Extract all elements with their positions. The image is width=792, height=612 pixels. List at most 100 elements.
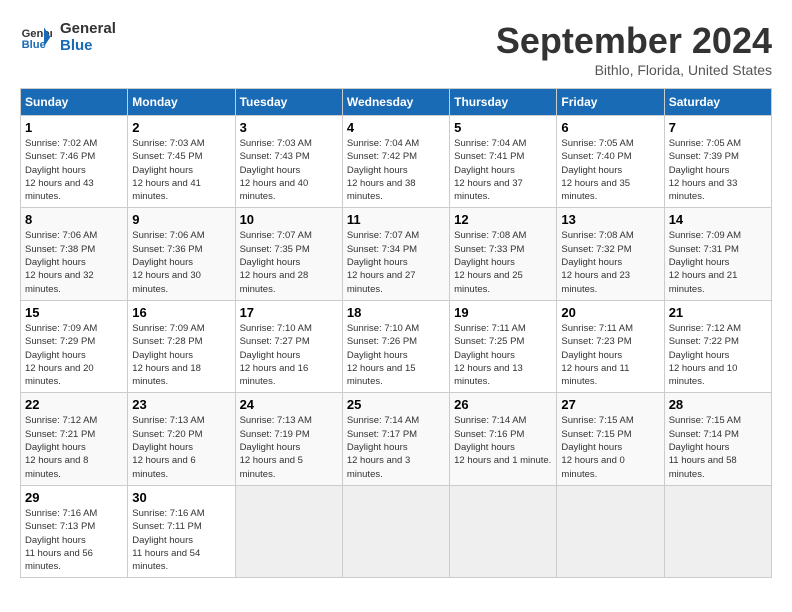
calendar-day-cell: 2 Sunrise: 7:03 AM Sunset: 7:45 PM Dayli… xyxy=(128,116,235,208)
day-number: 1 xyxy=(25,120,123,135)
day-info: Sunrise: 7:04 AM Sunset: 7:42 PM Dayligh… xyxy=(347,137,445,203)
calendar-day-cell: 25 Sunrise: 7:14 AM Sunset: 7:17 PM Dayl… xyxy=(342,393,449,485)
day-number: 17 xyxy=(240,305,338,320)
weekday-header-sunday: Sunday xyxy=(21,89,128,116)
day-number: 30 xyxy=(132,490,230,505)
day-number: 4 xyxy=(347,120,445,135)
calendar-week-row: 8 Sunrise: 7:06 AM Sunset: 7:38 PM Dayli… xyxy=(21,208,772,300)
day-number: 16 xyxy=(132,305,230,320)
calendar-day-cell: 5 Sunrise: 7:04 AM Sunset: 7:41 PM Dayli… xyxy=(450,116,557,208)
day-info: Sunrise: 7:07 AM Sunset: 7:35 PM Dayligh… xyxy=(240,229,338,295)
calendar-day-cell: 10 Sunrise: 7:07 AM Sunset: 7:35 PM Dayl… xyxy=(235,208,342,300)
calendar-day-cell: 24 Sunrise: 7:13 AM Sunset: 7:19 PM Dayl… xyxy=(235,393,342,485)
day-info: Sunrise: 7:13 AM Sunset: 7:19 PM Dayligh… xyxy=(240,414,338,480)
day-number: 21 xyxy=(669,305,767,320)
day-info: Sunrise: 7:14 AM Sunset: 7:16 PM Dayligh… xyxy=(454,414,552,467)
day-info: Sunrise: 7:15 AM Sunset: 7:15 PM Dayligh… xyxy=(561,414,659,480)
logo: General Blue General Blue xyxy=(20,20,116,54)
weekday-header-friday: Friday xyxy=(557,89,664,116)
day-number: 7 xyxy=(669,120,767,135)
header: General Blue General Blue September 2024… xyxy=(20,20,772,78)
day-info: Sunrise: 7:04 AM Sunset: 7:41 PM Dayligh… xyxy=(454,137,552,203)
calendar-day-cell: 30 Sunrise: 7:16 AM Sunset: 7:11 PM Dayl… xyxy=(128,485,235,577)
day-number: 28 xyxy=(669,397,767,412)
logo-icon: General Blue xyxy=(20,21,52,53)
day-number: 25 xyxy=(347,397,445,412)
day-number: 8 xyxy=(25,212,123,227)
title-area: September 2024 Bithlo, Florida, United S… xyxy=(496,20,772,78)
calendar-day-cell: 19 Sunrise: 7:11 AM Sunset: 7:25 PM Dayl… xyxy=(450,300,557,392)
day-info: Sunrise: 7:08 AM Sunset: 7:33 PM Dayligh… xyxy=(454,229,552,295)
day-number: 6 xyxy=(561,120,659,135)
day-info: Sunrise: 7:07 AM Sunset: 7:34 PM Dayligh… xyxy=(347,229,445,295)
day-info: Sunrise: 7:05 AM Sunset: 7:40 PM Dayligh… xyxy=(561,137,659,203)
calendar-day-cell: 12 Sunrise: 7:08 AM Sunset: 7:33 PM Dayl… xyxy=(450,208,557,300)
calendar-day-cell: 7 Sunrise: 7:05 AM Sunset: 7:39 PM Dayli… xyxy=(664,116,771,208)
calendar-day-cell: 15 Sunrise: 7:09 AM Sunset: 7:29 PM Dayl… xyxy=(21,300,128,392)
svg-text:Blue: Blue xyxy=(22,39,46,51)
weekday-header-saturday: Saturday xyxy=(664,89,771,116)
day-number: 20 xyxy=(561,305,659,320)
day-number: 14 xyxy=(669,212,767,227)
day-info: Sunrise: 7:03 AM Sunset: 7:45 PM Dayligh… xyxy=(132,137,230,203)
day-info: Sunrise: 7:09 AM Sunset: 7:31 PM Dayligh… xyxy=(669,229,767,295)
day-number: 22 xyxy=(25,397,123,412)
calendar-day-cell: 9 Sunrise: 7:06 AM Sunset: 7:36 PM Dayli… xyxy=(128,208,235,300)
day-number: 11 xyxy=(347,212,445,227)
calendar-day-cell: 1 Sunrise: 7:02 AM Sunset: 7:46 PM Dayli… xyxy=(21,116,128,208)
calendar-day-cell xyxy=(664,485,771,577)
calendar-day-cell xyxy=(235,485,342,577)
location: Bithlo, Florida, United States xyxy=(496,62,772,78)
calendar-day-cell: 26 Sunrise: 7:14 AM Sunset: 7:16 PM Dayl… xyxy=(450,393,557,485)
day-info: Sunrise: 7:11 AM Sunset: 7:23 PM Dayligh… xyxy=(561,322,659,388)
day-number: 18 xyxy=(347,305,445,320)
day-number: 29 xyxy=(25,490,123,505)
day-info: Sunrise: 7:06 AM Sunset: 7:38 PM Dayligh… xyxy=(25,229,123,295)
calendar-day-cell: 21 Sunrise: 7:12 AM Sunset: 7:22 PM Dayl… xyxy=(664,300,771,392)
calendar-day-cell: 8 Sunrise: 7:06 AM Sunset: 7:38 PM Dayli… xyxy=(21,208,128,300)
calendar-day-cell: 23 Sunrise: 7:13 AM Sunset: 7:20 PM Dayl… xyxy=(128,393,235,485)
day-info: Sunrise: 7:14 AM Sunset: 7:17 PM Dayligh… xyxy=(347,414,445,480)
weekday-header-monday: Monday xyxy=(128,89,235,116)
calendar-day-cell xyxy=(342,485,449,577)
day-info: Sunrise: 7:16 AM Sunset: 7:13 PM Dayligh… xyxy=(25,507,123,573)
calendar-day-cell: 16 Sunrise: 7:09 AM Sunset: 7:28 PM Dayl… xyxy=(128,300,235,392)
weekday-header-thursday: Thursday xyxy=(450,89,557,116)
day-number: 15 xyxy=(25,305,123,320)
calendar-week-row: 15 Sunrise: 7:09 AM Sunset: 7:29 PM Dayl… xyxy=(21,300,772,392)
day-number: 23 xyxy=(132,397,230,412)
calendar-day-cell: 6 Sunrise: 7:05 AM Sunset: 7:40 PM Dayli… xyxy=(557,116,664,208)
day-info: Sunrise: 7:13 AM Sunset: 7:20 PM Dayligh… xyxy=(132,414,230,480)
calendar-day-cell: 28 Sunrise: 7:15 AM Sunset: 7:14 PM Dayl… xyxy=(664,393,771,485)
calendar-day-cell: 18 Sunrise: 7:10 AM Sunset: 7:26 PM Dayl… xyxy=(342,300,449,392)
calendar-week-row: 22 Sunrise: 7:12 AM Sunset: 7:21 PM Dayl… xyxy=(21,393,772,485)
day-number: 24 xyxy=(240,397,338,412)
month-title: September 2024 xyxy=(496,20,772,62)
calendar-day-cell xyxy=(557,485,664,577)
day-number: 26 xyxy=(454,397,552,412)
calendar-day-cell: 20 Sunrise: 7:11 AM Sunset: 7:23 PM Dayl… xyxy=(557,300,664,392)
logo-blue: Blue xyxy=(60,37,116,54)
calendar-header-row: SundayMondayTuesdayWednesdayThursdayFrid… xyxy=(21,89,772,116)
day-info: Sunrise: 7:10 AM Sunset: 7:26 PM Dayligh… xyxy=(347,322,445,388)
calendar-day-cell: 17 Sunrise: 7:10 AM Sunset: 7:27 PM Dayl… xyxy=(235,300,342,392)
day-info: Sunrise: 7:10 AM Sunset: 7:27 PM Dayligh… xyxy=(240,322,338,388)
calendar-day-cell xyxy=(450,485,557,577)
day-info: Sunrise: 7:12 AM Sunset: 7:21 PM Dayligh… xyxy=(25,414,123,480)
day-number: 2 xyxy=(132,120,230,135)
day-number: 13 xyxy=(561,212,659,227)
calendar-day-cell: 4 Sunrise: 7:04 AM Sunset: 7:42 PM Dayli… xyxy=(342,116,449,208)
day-info: Sunrise: 7:16 AM Sunset: 7:11 PM Dayligh… xyxy=(132,507,230,573)
day-number: 10 xyxy=(240,212,338,227)
weekday-header-wednesday: Wednesday xyxy=(342,89,449,116)
day-info: Sunrise: 7:06 AM Sunset: 7:36 PM Dayligh… xyxy=(132,229,230,295)
day-number: 9 xyxy=(132,212,230,227)
calendar-day-cell: 3 Sunrise: 7:03 AM Sunset: 7:43 PM Dayli… xyxy=(235,116,342,208)
calendar-week-row: 29 Sunrise: 7:16 AM Sunset: 7:13 PM Dayl… xyxy=(21,485,772,577)
day-info: Sunrise: 7:05 AM Sunset: 7:39 PM Dayligh… xyxy=(669,137,767,203)
calendar-day-cell: 29 Sunrise: 7:16 AM Sunset: 7:13 PM Dayl… xyxy=(21,485,128,577)
day-info: Sunrise: 7:08 AM Sunset: 7:32 PM Dayligh… xyxy=(561,229,659,295)
day-info: Sunrise: 7:09 AM Sunset: 7:29 PM Dayligh… xyxy=(25,322,123,388)
day-info: Sunrise: 7:02 AM Sunset: 7:46 PM Dayligh… xyxy=(25,137,123,203)
day-number: 27 xyxy=(561,397,659,412)
